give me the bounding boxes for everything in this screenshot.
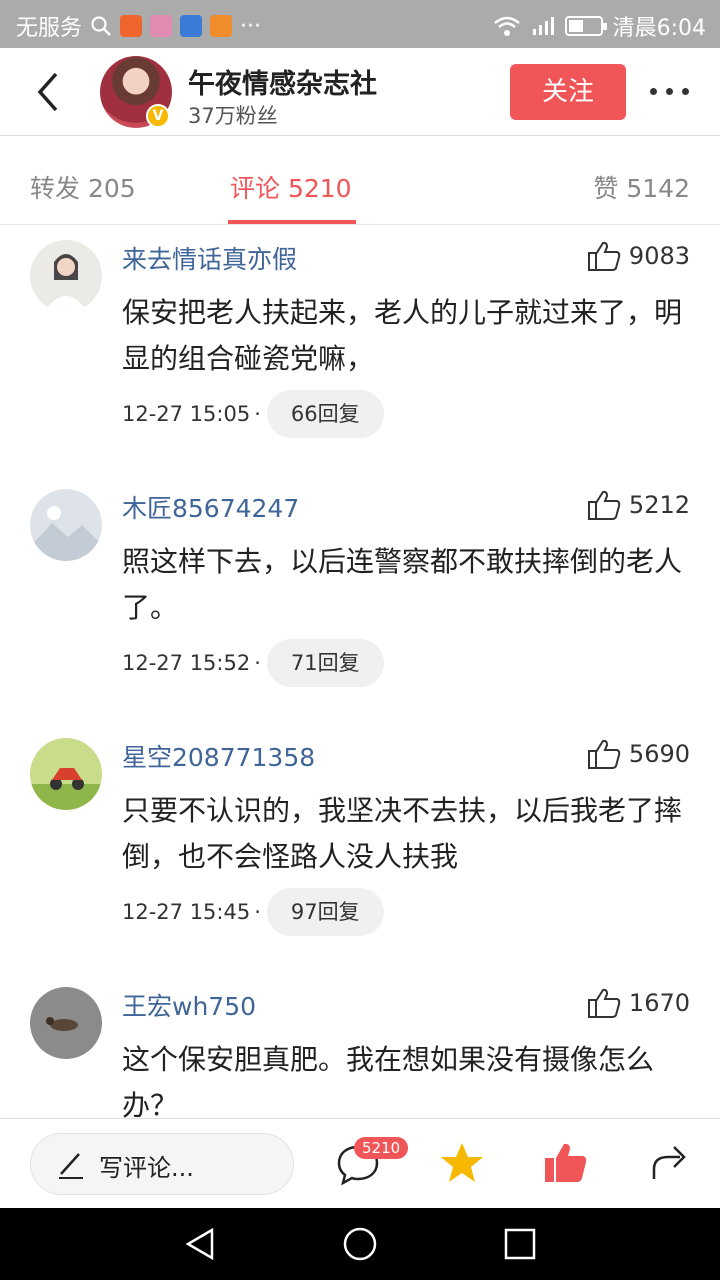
- comment-username[interactable]: 星空208771358: [122, 738, 315, 774]
- pen-icon: [59, 1153, 83, 1179]
- account-name[interactable]: 午夜情感杂志社: [188, 62, 377, 101]
- star-icon[interactable]: [438, 1139, 486, 1187]
- comment-list[interactable]: 来去情话真亦假 9083 保安把老人扶起来，老人的儿子就过来了，明显的组合碰瓷党…: [0, 226, 720, 1118]
- like-count: 1670: [628, 989, 690, 1017]
- bottom-action-bar: 写评论... 5210: [0, 1118, 720, 1208]
- nav-home-icon[interactable]: [342, 1226, 378, 1262]
- verified-badge: V: [146, 104, 170, 128]
- comment-text: 这个保安胆真肥。我在想如果没有摄像怎么办？: [122, 1043, 655, 1118]
- replies-button[interactable]: 71回复: [266, 639, 384, 687]
- fans-count: 37万粉丝: [188, 104, 278, 128]
- write-comment-input[interactable]: 写评论...: [30, 1133, 294, 1195]
- comment-count-badge: 5210: [354, 1137, 409, 1159]
- comment-username[interactable]: 来去情话真亦假: [122, 240, 297, 276]
- commenter-avatar[interactable]: [30, 987, 102, 1059]
- replies-button[interactable]: 97回复: [266, 888, 384, 936]
- comment-meta: 12-27 15:05 · 66回复: [122, 390, 384, 438]
- nav-recents-icon[interactable]: [502, 1226, 538, 1262]
- share-icon[interactable]: [646, 1139, 694, 1187]
- status-right: 清晨6:04: [493, 10, 706, 42]
- write-comment-placeholder: 写评论...: [99, 1154, 194, 1182]
- like-count: 5212: [628, 491, 690, 519]
- comment-text: 照这样下去，以后连警察都不敢扶摔倒的老人了。: [122, 545, 683, 624]
- like-icon[interactable]: [542, 1139, 590, 1187]
- follow-button[interactable]: 关注: [510, 64, 626, 120]
- commenter-avatar[interactable]: [30, 489, 102, 561]
- comment-like-button[interactable]: 5690: [587, 738, 690, 770]
- thumbs-up-icon: [587, 739, 621, 769]
- comment-item: 星空208771358 5690 只要不认识的，我坚决不去扶，以后我老了摔倒，也…: [0, 730, 720, 978]
- comment-item: 来去情话真亦假 9083 保安把老人扶起来，老人的儿子就过来了，明显的组合碰瓷党…: [0, 232, 720, 480]
- comment-date: 12-27 15:52: [122, 651, 251, 675]
- more-notifications-icon: ···: [240, 13, 261, 39]
- meta-separator: ·: [254, 900, 261, 924]
- commenter-avatar[interactable]: [30, 240, 102, 312]
- comment-item: 木匠85674247 5212 照这样下去，以后连警察都不敢扶摔倒的老人了。 1…: [0, 481, 720, 729]
- meta-separator: ·: [254, 402, 261, 426]
- more-options-icon[interactable]: [648, 68, 692, 112]
- battery-icon: [564, 16, 607, 36]
- tab-likes[interactable]: 赞 5142: [593, 169, 690, 205]
- comment-like-button[interactable]: 9083: [587, 240, 690, 272]
- thumbs-up-icon: [587, 490, 621, 520]
- comment-date: 12-27 15:45: [122, 900, 251, 924]
- thumbs-up-icon: [587, 988, 621, 1018]
- comment-meta: 12-27 15:52 · 71回复: [122, 639, 384, 687]
- comment-text: 保安把老人扶起来，老人的儿子就过来了，明显的组合碰瓷党嘛，: [122, 296, 683, 375]
- comment-meta: 12-27 15:45 · 97回复: [122, 888, 384, 936]
- comment-username[interactable]: 王宏wh750: [122, 987, 256, 1023]
- meta-separator: ·: [254, 651, 261, 675]
- comment-text: 只要不认识的，我坚决不去扶，以后我老了摔倒，也不会怪路人没人扶我: [122, 794, 683, 873]
- status-bar: 无服务 ··· 清晨6:04: [0, 0, 720, 48]
- comment-like-button[interactable]: 5212: [587, 489, 690, 521]
- comment-item: 王宏wh750 1670 这个保安胆真肥。我在想如果没有摄像怎么办？: [0, 979, 720, 1118]
- app-notification-icon: [150, 15, 173, 37]
- tab-comments[interactable]: 评论 5210: [230, 169, 352, 205]
- search-icon: [91, 16, 111, 36]
- active-tab-indicator: [228, 220, 356, 224]
- app-notification-icon: [180, 15, 203, 37]
- thumbs-up-icon: [587, 241, 621, 271]
- app-notification-icon: [120, 15, 143, 37]
- app-notification-icon: [210, 15, 233, 37]
- commenter-avatar[interactable]: [30, 738, 102, 810]
- system-navigation-bar: [0, 1208, 720, 1280]
- like-count: 9083: [628, 242, 690, 270]
- status-left: 无服务 ···: [16, 10, 261, 42]
- carrier-text: 无服务: [16, 16, 83, 41]
- like-count: 5690: [628, 740, 690, 768]
- signal-icon: [532, 17, 554, 35]
- tab-bar: 转发 205 评论 5210 赞 5142: [0, 137, 720, 225]
- article-header: V 午夜情感杂志社 37万粉丝 关注: [0, 48, 720, 136]
- clock: 清晨6:04: [612, 16, 706, 41]
- comment-like-button[interactable]: 1670: [587, 987, 690, 1019]
- wifi-icon: [493, 16, 520, 36]
- replies-button[interactable]: 66回复: [266, 390, 384, 438]
- comment-username[interactable]: 木匠85674247: [122, 489, 299, 525]
- tab-repost[interactable]: 转发 205: [30, 169, 136, 205]
- nav-back-icon[interactable]: [182, 1226, 218, 1262]
- back-arrow-icon[interactable]: [32, 70, 72, 114]
- comment-date: 12-27 15:05: [122, 402, 251, 426]
